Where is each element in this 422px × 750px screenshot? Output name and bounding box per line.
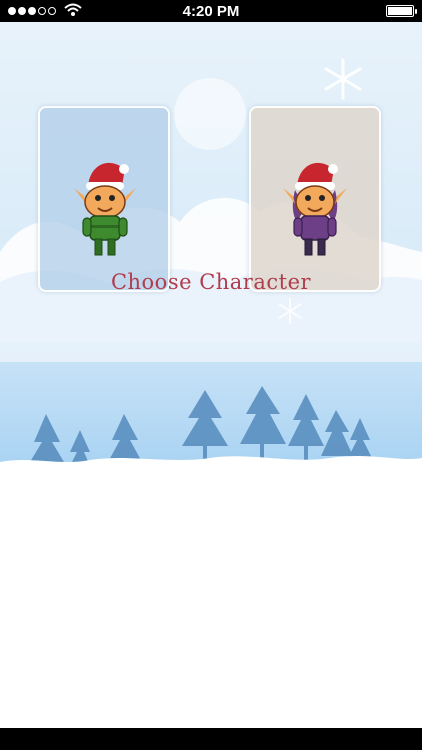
character-card-boy-elf[interactable] [38,106,170,292]
battery-icon [386,5,417,17]
boy-elf-icon [74,162,136,256]
bottom-bar [0,728,422,750]
app-screen: 4:20 PM Choose Character [0,0,422,750]
status-time: 4:20 PM [182,3,240,20]
status-bar: 4:20 PM [0,0,422,22]
snowflake-icon [324,58,362,100]
girl-elf-icon [283,162,347,256]
choose-character-title: Choose Character [110,270,312,294]
character-card-girl-elf[interactable] [249,106,381,292]
